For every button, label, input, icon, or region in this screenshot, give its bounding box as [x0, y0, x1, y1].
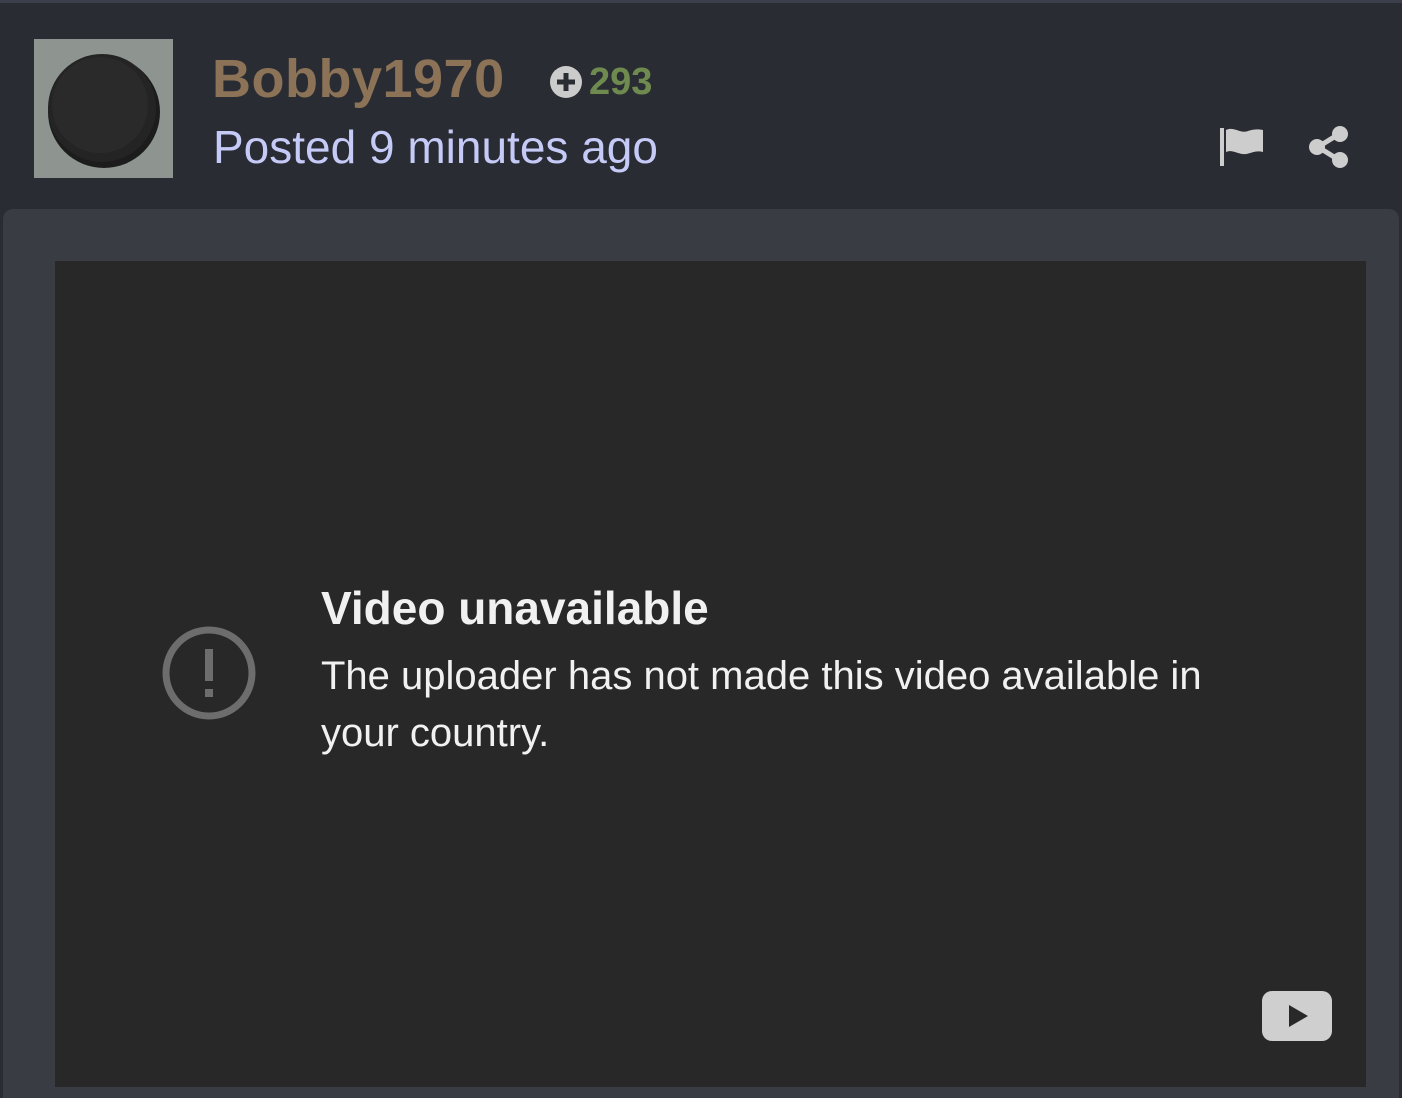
post-content: Video unavailable The uploader has not m…: [3, 209, 1399, 1098]
video-embed[interactable]: Video unavailable The uploader has not m…: [55, 261, 1366, 1087]
reputation-badge: 293: [549, 59, 652, 105]
video-error-title: Video unavailable: [321, 582, 709, 634]
flag-icon[interactable]: [1218, 124, 1264, 170]
youtube-icon[interactable]: [1261, 990, 1333, 1042]
alert-circle-icon: [161, 625, 257, 721]
avatar[interactable]: [34, 39, 173, 178]
posted-time: Posted 9 minutes ago: [213, 121, 658, 173]
forum-post: Bobby1970 293 Posted 9 minutes ago Video…: [0, 0, 1402, 1098]
author-username[interactable]: Bobby1970: [212, 47, 505, 111]
post-header: Bobby1970 293 Posted 9 minutes ago: [0, 3, 1402, 209]
avatar-image: [34, 39, 173, 178]
share-icon[interactable]: [1306, 124, 1352, 170]
plus-circle-icon: [550, 66, 582, 98]
reputation-count: 293: [589, 61, 653, 103]
video-error-message: The uploader has not made this video ava…: [321, 654, 1202, 755]
